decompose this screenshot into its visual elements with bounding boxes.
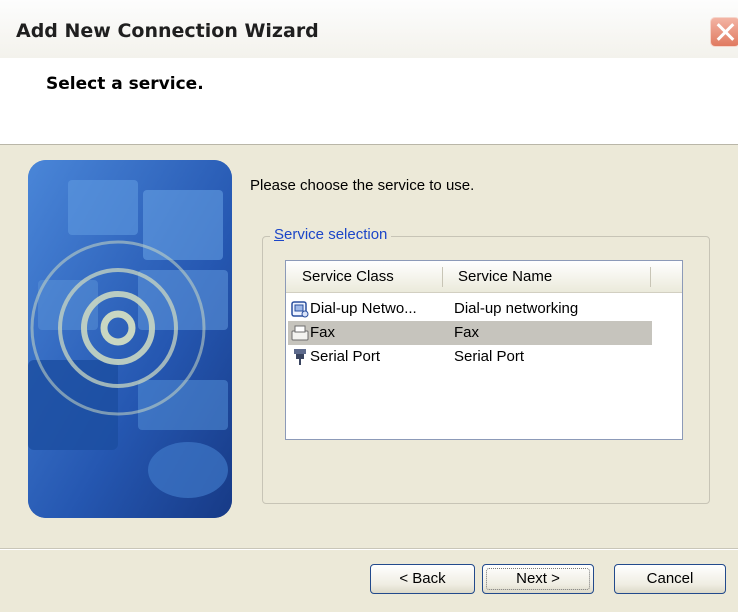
page-title: Select a service.: [46, 74, 204, 94]
service-class-cell: Dial-up Netwo...: [310, 300, 417, 317]
next-button[interactable]: Next >: [482, 564, 594, 594]
wizard-header: Select a service.: [0, 58, 738, 145]
cancel-button[interactable]: Cancel: [614, 564, 726, 594]
footer-divider: [0, 548, 738, 550]
service-name-cell: Dial-up networking: [454, 300, 579, 317]
dialup-icon: [291, 301, 309, 318]
wizard-window: Add New Connection Wizard Select a servi…: [0, 0, 738, 612]
fax-icon: [291, 325, 309, 341]
column-header-service-name[interactable]: Service Name: [458, 261, 648, 292]
window-title: Add New Connection Wizard: [16, 20, 319, 42]
service-selection-label: Service selection: [270, 226, 392, 243]
service-list[interactable]: Service Class Service Name Dial-up Netwo…: [285, 260, 683, 440]
column-header-service-class[interactable]: Service Class: [302, 261, 438, 292]
service-selection-label-rest: ervice selection: [284, 226, 388, 243]
list-row-dialup[interactable]: Dial-up Netwo... Dial-up networking: [286, 297, 682, 321]
back-button[interactable]: < Back: [370, 564, 475, 594]
wizard-banner-image: [28, 160, 232, 518]
service-class-cell: Serial Port: [310, 348, 381, 365]
column-separator[interactable]: [442, 267, 443, 287]
close-button[interactable]: [710, 17, 738, 47]
instruction-text: Please choose the service to use.: [250, 177, 475, 194]
list-row-serial-port[interactable]: Serial Port Serial Port: [286, 345, 682, 369]
serial-port-icon: [294, 349, 306, 365]
service-class-cell: Fax: [310, 324, 336, 341]
title-bar: Add New Connection Wizard: [0, 0, 738, 59]
column-separator[interactable]: [650, 267, 651, 287]
service-selection-label-mnemonic: S: [274, 226, 285, 243]
list-row-fax[interactable]: Fax Fax: [286, 321, 682, 345]
banner-artwork: [28, 160, 232, 518]
list-header: Service Class Service Name: [286, 261, 682, 293]
service-name-cell: Serial Port: [454, 348, 525, 365]
service-name-cell: Fax: [454, 324, 480, 341]
